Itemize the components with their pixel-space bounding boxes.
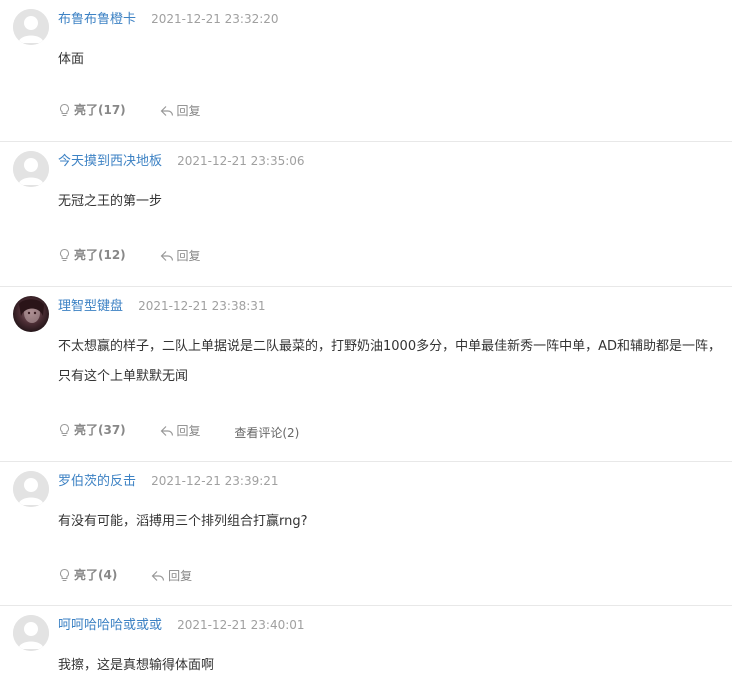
avatar[interactable] <box>13 9 49 45</box>
comment-item: 罗伯茨的反击 2021-12-21 23:39:21 有没有可能，滔搏用三个排列… <box>0 462 732 606</box>
comment-meta: 呵呵哈哈哈或或或 2021-12-21 23:40:01 <box>58 615 305 633</box>
username-link[interactable]: 理智型键盘 <box>58 299 123 314</box>
lightbulb-icon <box>60 423 69 436</box>
username-link[interactable]: 今天摸到西决地板 <box>58 154 162 169</box>
like-button[interactable]: 亮了(12) <box>58 246 126 264</box>
comment-meta: 今天摸到西决地板 2021-12-21 23:35:06 <box>58 151 305 169</box>
lightbulb-icon <box>60 248 69 261</box>
comment-text: 我擦，这是真想输得体面啊 <box>58 658 215 673</box>
comment-item: 布鲁布鲁橙卡 2021-12-21 23:32:20 体面 亮了(17) 回复 <box>0 0 732 142</box>
like-button[interactable]: 亮了(4) <box>58 566 117 584</box>
view-replies-label: 查看评论(2) <box>234 426 300 440</box>
comment-item: 呵呵哈哈哈或或或 2021-12-21 23:40:01 我擦，这是真想输得体面… <box>0 606 732 686</box>
comment-item: 今天摸到西决地板 2021-12-21 23:35:06 无冠之王的第一步 亮了… <box>0 142 732 287</box>
comment-actions: 亮了(4) 回复 <box>58 566 222 584</box>
timestamp: 2021-12-21 23:32:20 <box>151 12 279 26</box>
comment-actions: 亮了(12) 回复 <box>58 246 231 264</box>
timestamp: 2021-12-21 23:35:06 <box>177 154 305 168</box>
reply-label: 回复 <box>176 104 201 118</box>
lightbulb-icon <box>60 568 69 581</box>
like-button[interactable]: 亮了(17) <box>58 101 126 119</box>
like-count: 亮了(17) <box>74 103 126 117</box>
like-count: 亮了(37) <box>74 423 126 437</box>
timestamp: 2021-12-21 23:38:31 <box>138 299 266 313</box>
reply-arrow-icon <box>160 106 173 116</box>
comment-meta: 布鲁布鲁橙卡 2021-12-21 23:32:20 <box>58 9 279 27</box>
comment-meta: 理智型键盘 2021-12-21 23:38:31 <box>58 296 266 314</box>
reply-label: 回复 <box>176 424 201 438</box>
lightbulb-icon <box>60 103 69 116</box>
comment-meta: 罗伯茨的反击 2021-12-21 23:39:21 <box>58 471 279 489</box>
default-avatar-icon <box>13 615 49 651</box>
reply-button[interactable]: 回复 <box>160 247 201 265</box>
reply-arrow-icon <box>160 426 173 436</box>
reply-label: 回复 <box>168 569 193 583</box>
like-count: 亮了(4) <box>74 568 118 582</box>
like-button[interactable]: 亮了(37) <box>58 421 126 439</box>
comment-text: 不太想赢的样子，二队上单据说是二队最菜的，打野奶油1000多分，中单最佳新秀一阵… <box>58 339 721 384</box>
reply-arrow-icon <box>160 251 173 261</box>
comment-text: 体面 <box>58 52 85 67</box>
comment-text: 无冠之王的第一步 <box>58 194 163 209</box>
timestamp: 2021-12-21 23:39:21 <box>151 474 279 488</box>
reply-label: 回复 <box>176 249 201 263</box>
default-avatar-icon <box>13 151 49 187</box>
comment-actions: 亮了(17) 回复 <box>58 101 231 119</box>
username-link[interactable]: 罗伯茨的反击 <box>58 474 136 489</box>
avatar[interactable] <box>13 615 49 651</box>
reply-button[interactable]: 回复 <box>160 422 201 440</box>
default-avatar-icon <box>13 9 49 45</box>
comment-item: 理智型键盘 2021-12-21 23:38:31 不太想赢的样子，二队上单据说… <box>0 287 732 462</box>
comment-actions: 亮了(37) 回复 查看评论(2) <box>58 421 329 442</box>
like-count: 亮了(12) <box>74 248 126 262</box>
reply-button[interactable]: 回复 <box>151 567 192 585</box>
reply-arrow-icon <box>151 571 165 581</box>
comment-list: 布鲁布鲁橙卡 2021-12-21 23:32:20 体面 亮了(17) 回复 … <box>0 0 732 686</box>
avatar[interactable] <box>13 151 49 187</box>
view-replies-link[interactable]: 查看评论(2) <box>234 424 299 442</box>
username-link[interactable]: 布鲁布鲁橙卡 <box>58 12 136 27</box>
user-photo-avatar <box>13 296 49 332</box>
timestamp: 2021-12-21 23:40:01 <box>177 618 305 632</box>
avatar[interactable] <box>13 471 49 507</box>
reply-button[interactable]: 回复 <box>160 102 201 120</box>
avatar[interactable] <box>13 296 49 332</box>
comment-text: 有没有可能，滔搏用三个排列组合打赢rng? <box>58 514 308 529</box>
username-link[interactable]: 呵呵哈哈哈或或或 <box>58 618 162 633</box>
default-avatar-icon <box>13 471 49 507</box>
